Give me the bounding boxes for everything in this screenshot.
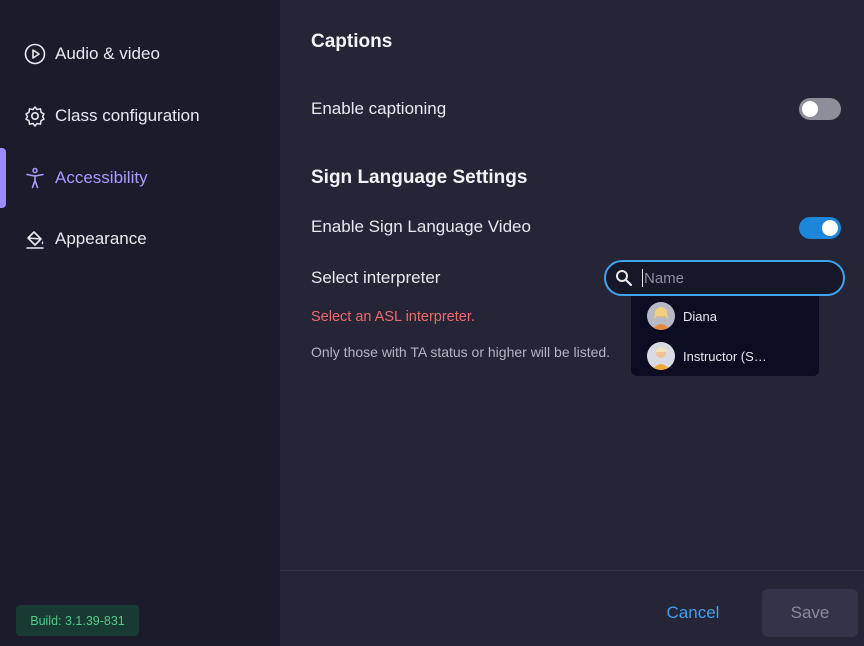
option-label: Instructor (S… <box>683 348 767 364</box>
gear-icon <box>24 105 46 127</box>
interpreter-option-diana[interactable]: Diana <box>631 296 819 336</box>
sidebar-item-label: Class configuration <box>55 106 200 125</box>
select-interpreter-label: Select interpreter <box>311 268 441 287</box>
search-icon <box>614 268 634 288</box>
toggle-knob <box>822 220 838 236</box>
captioning-toggle[interactable] <box>799 98 841 120</box>
sign-language-heading: Sign Language Settings <box>311 167 528 188</box>
toggle-knob <box>802 101 818 117</box>
sidebar-item-label: Appearance <box>55 229 147 248</box>
sidebar-item-appearance[interactable]: Appearance <box>0 211 280 267</box>
interpreter-search-input[interactable] <box>644 269 824 287</box>
accessibility-icon <box>24 167 46 189</box>
sidebar-item-audio-video[interactable]: Audio & video <box>0 26 280 82</box>
text-caret <box>642 269 643 287</box>
avatar <box>647 342 675 370</box>
interpreter-search[interactable] <box>604 260 845 296</box>
interpreter-dropdown: Diana Instructor (S… <box>631 296 819 376</box>
sign-language-toggle[interactable] <box>799 217 841 239</box>
option-label: Diana <box>683 308 717 324</box>
build-badge: Build: 3.1.39-831 <box>16 605 139 636</box>
sidebar-item-label: Audio & video <box>55 44 160 63</box>
interpreter-error: Select an ASL interpreter. <box>311 309 475 325</box>
sidebar-item-accessibility[interactable]: Accessibility <box>0 150 280 206</box>
sidebar-item-label: Accessibility <box>55 168 148 187</box>
avatar <box>647 302 675 330</box>
settings-panel: Captions Enable captioning Sign Language… <box>280 0 864 646</box>
play-circle-icon <box>24 43 46 65</box>
save-button[interactable]: Save <box>762 589 858 637</box>
enable-captioning-label: Enable captioning <box>311 99 447 118</box>
sidebar: Audio & video Class configuration Access… <box>0 0 280 646</box>
interpreter-option-instructor[interactable]: Instructor (S… <box>631 336 819 376</box>
enable-sign-language-label: Enable Sign Language Video <box>311 217 531 236</box>
sidebar-item-class-configuration[interactable]: Class configuration <box>0 88 280 144</box>
interpreter-hint: Only those with TA status or higher will… <box>311 344 611 360</box>
captions-heading: Captions <box>311 31 393 52</box>
paint-bucket-icon <box>24 228 46 250</box>
footer-divider <box>280 570 864 571</box>
cancel-button[interactable]: Cancel <box>652 590 734 636</box>
